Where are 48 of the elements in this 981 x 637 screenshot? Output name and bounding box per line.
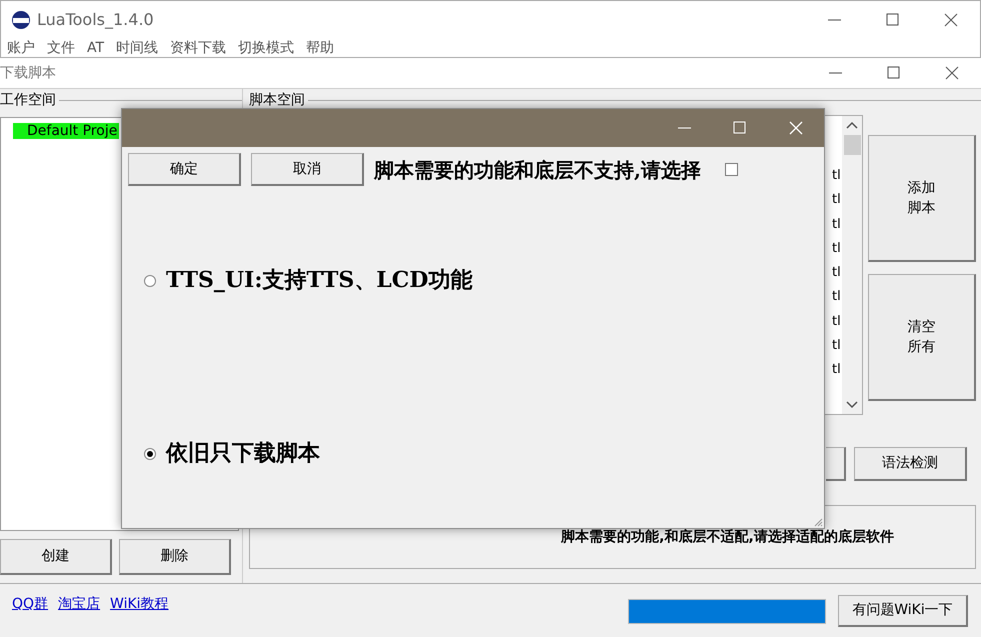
syntax-check-button[interactable]: 语法检测 xyxy=(854,447,967,481)
scroll-up-icon[interactable] xyxy=(846,121,858,129)
resize-grip-icon[interactable] xyxy=(813,517,823,527)
file-name: tl xyxy=(832,191,841,210)
footer-link[interactable]: 淘宝店 xyxy=(58,594,100,615)
scrollbar[interactable] xyxy=(842,116,862,414)
file-name: tl xyxy=(832,337,841,356)
radio-button[interactable] xyxy=(144,274,156,286)
menu-item[interactable]: AT xyxy=(87,39,104,58)
radio-button[interactable] xyxy=(144,448,156,460)
menu-item[interactable]: 帮助 xyxy=(306,39,334,58)
option-label: 依旧只下载脚本 xyxy=(166,439,320,468)
radio-option[interactable]: 依旧只下载脚本 xyxy=(122,437,824,470)
option-label: TTS_UI:支持TTS、LCD功能 xyxy=(166,266,472,295)
menu-item[interactable]: 时间线 xyxy=(116,39,158,58)
dialog-message: 脚本需要的功能和底层不支持,请选择 xyxy=(374,156,701,184)
partial-button[interactable] xyxy=(826,447,846,481)
menu-item[interactable]: 资料下载 xyxy=(170,39,226,58)
dialog-button[interactable]: 取消 xyxy=(251,153,364,186)
action-button[interactable]: 创建 xyxy=(0,539,112,575)
file-name: tl xyxy=(832,361,841,380)
file-name: tl xyxy=(832,216,841,234)
file-name: tl xyxy=(832,167,841,185)
group-label: 脚本空间 xyxy=(249,91,305,110)
window-title: LuaTools_1.4.0 xyxy=(37,9,154,31)
tree-item[interactable]: Default Proje xyxy=(13,123,120,139)
action-button[interactable]: 清空 所有 xyxy=(868,274,976,401)
help-button[interactable]: 有问题WiKi一下 xyxy=(838,595,968,627)
action-button[interactable]: 添加 脚本 xyxy=(868,135,976,262)
radio-option[interactable]: TTS_UI:支持TTS、LCD功能 xyxy=(122,264,824,297)
scroll-thumb[interactable] xyxy=(844,135,860,155)
group-label: 工作空间 xyxy=(0,91,56,110)
menu-item[interactable]: 切换模式 xyxy=(238,39,294,58)
menu-item[interactable]: 文件 xyxy=(47,39,75,58)
file-name: tl xyxy=(832,288,841,306)
status-message: 脚本需要的功能,和底层不适配,请选择适配的底层软件 xyxy=(560,528,894,546)
file-name: tl xyxy=(832,264,841,282)
window-title: 下载脚本 xyxy=(0,64,56,82)
app-logo-icon xyxy=(11,10,31,30)
checkbox[interactable] xyxy=(724,163,738,176)
menu-item[interactable]: 账户 xyxy=(7,39,35,58)
file-name: tl xyxy=(832,312,841,331)
footer-link[interactable]: WiKi教程 xyxy=(110,594,169,615)
footer-link[interactable]: QQ群 xyxy=(12,594,48,615)
scroll-down-icon[interactable] xyxy=(846,401,858,409)
file-name: tl xyxy=(832,240,841,258)
dialog-button[interactable]: 确定 xyxy=(128,153,241,186)
action-button[interactable]: 删除 xyxy=(119,539,231,575)
